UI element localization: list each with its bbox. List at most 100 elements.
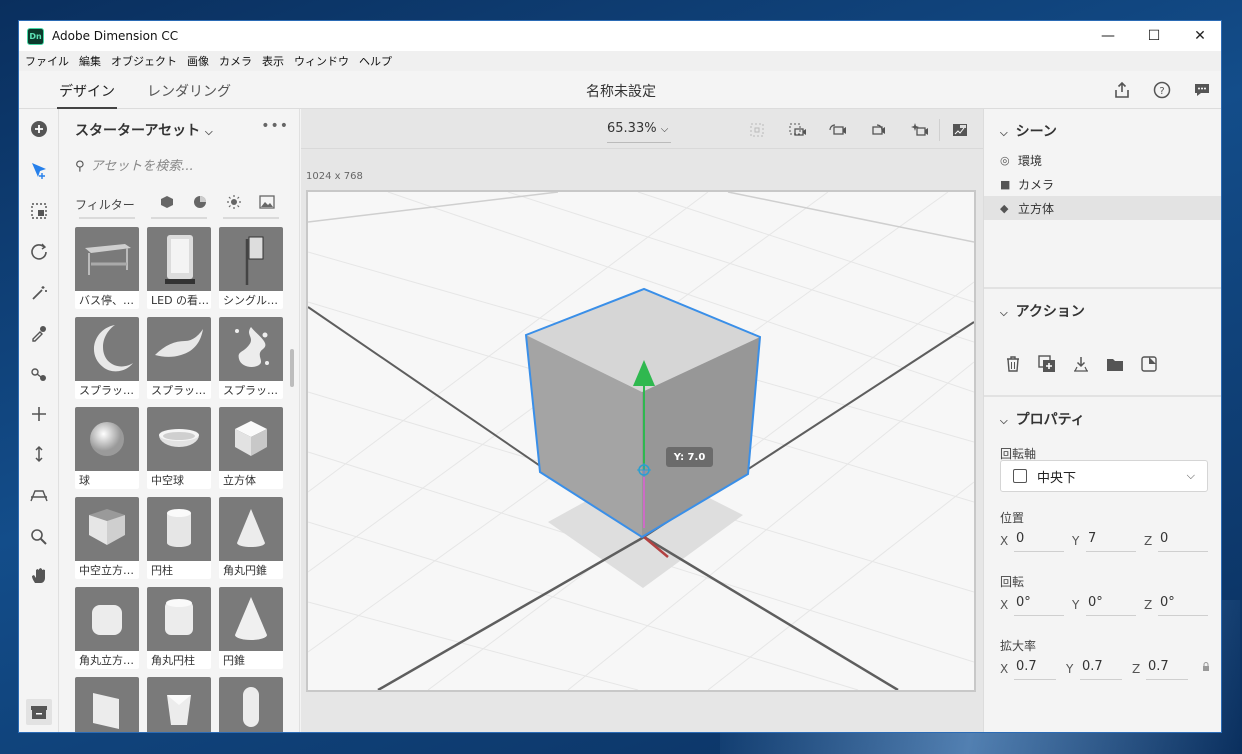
scale-z-field[interactable]: 0.7	[1146, 656, 1188, 680]
magic-wand-tool-icon[interactable]	[27, 281, 51, 305]
3d-canvas[interactable]	[306, 190, 976, 692]
chevron-down-icon: ⌵	[1000, 128, 1008, 139]
filter-material-icon[interactable]	[191, 193, 209, 211]
zoom-level[interactable]: 65.33% ⌵	[607, 121, 668, 136]
camera-effect-icon[interactable]	[909, 119, 931, 141]
group-folder-icon[interactable]	[1104, 353, 1126, 375]
properties-section-header[interactable]: ⌵ プロパティ	[1000, 409, 1085, 429]
filter-light-icon[interactable]	[225, 193, 243, 211]
fit-selection-icon[interactable]	[746, 119, 768, 141]
close-button[interactable]: ✕	[1177, 21, 1221, 51]
duplicate-icon[interactable]	[1036, 353, 1058, 375]
scale-y-field[interactable]: 0.7	[1080, 656, 1122, 680]
add-content-tool-icon[interactable]	[27, 117, 51, 141]
asset-item-splash-2[interactable]: スプラッ…	[147, 317, 211, 399]
undo-camera-icon[interactable]	[827, 119, 849, 141]
maximize-button[interactable]: ☐	[1131, 21, 1177, 51]
chevron-down-icon: ⌵	[205, 127, 213, 138]
pivot-dropdown[interactable]: 中央下 ⌵	[1000, 460, 1208, 492]
share-icon[interactable]	[1112, 80, 1132, 100]
tab-render[interactable]: レンダリング	[147, 81, 231, 101]
rotation-y-field[interactable]: 0°	[1086, 592, 1136, 616]
camera-bookmark-icon[interactable]	[787, 119, 809, 141]
tab-design[interactable]: デザイン	[59, 81, 115, 101]
asset-item-splash-1[interactable]: スプラッ…	[75, 317, 139, 399]
drop-to-ground-icon[interactable]	[1070, 353, 1092, 375]
asset-thumbnail	[75, 317, 139, 381]
asset-item-wedge[interactable]	[75, 677, 139, 732]
asset-item-single-post[interactable]: シングル…	[219, 227, 283, 309]
filter-image-icon[interactable]	[258, 193, 276, 211]
rotation-x-field[interactable]: 0°	[1014, 592, 1064, 616]
redo-camera-icon[interactable]	[868, 119, 890, 141]
asset-label: 角丸立方…	[79, 654, 134, 667]
asset-label: 球	[79, 474, 90, 487]
video-camera-icon: ■	[1000, 177, 1011, 191]
menu-file[interactable]: ファイル	[25, 53, 69, 69]
asset-item-bus-stop[interactable]: バス停、…	[75, 227, 139, 309]
feedback-icon[interactable]	[1192, 80, 1212, 100]
lock-icon[interactable]	[1202, 662, 1210, 674]
asset-item-splash-3[interactable]: スプラッ…	[219, 317, 283, 399]
assets-panel-title[interactable]: スターターアセット ⌵	[75, 120, 213, 140]
asset-item-rounded-cone[interactable]: 角丸円錐	[219, 497, 283, 579]
sampler-tool-icon[interactable]	[27, 321, 51, 345]
horizon-tool-icon[interactable]	[27, 483, 51, 507]
asset-thumbnail	[75, 407, 139, 471]
scale-x-field[interactable]: 0.7	[1014, 656, 1056, 680]
pivot-tool-icon[interactable]	[27, 363, 51, 387]
minimize-button[interactable]: —	[1085, 21, 1131, 51]
asset-item-sphere[interactable]: 球	[75, 407, 139, 489]
scene-item-cube[interactable]: ◆ 立方体	[984, 196, 1221, 220]
zoom-tool-icon[interactable]	[27, 525, 51, 549]
orbit-tool-icon[interactable]	[27, 239, 51, 263]
menu-window[interactable]: ウィンドウ	[294, 53, 349, 69]
menu-view[interactable]: 表示	[262, 53, 284, 69]
hand-tool-icon[interactable]	[27, 564, 51, 588]
pan-camera-tool-icon[interactable]	[27, 402, 51, 426]
asset-label: スプラッ…	[151, 384, 206, 397]
position-x-field[interactable]: 0	[1014, 528, 1064, 552]
more-options-icon[interactable]: •••	[261, 118, 289, 134]
position-y-field[interactable]: 7	[1086, 528, 1136, 552]
asset-item-cone[interactable]: 円錐	[219, 587, 283, 669]
scene-item-camera[interactable]: ■ カメラ	[984, 172, 1221, 196]
asset-item-prism[interactable]	[147, 677, 211, 732]
asset-item-hollow-cube[interactable]: 中空立方…	[75, 497, 139, 579]
scene-section-header[interactable]: ⌵ シーン	[1000, 121, 1057, 141]
asset-item-capsule[interactable]	[219, 677, 283, 732]
toolbar-divider	[939, 119, 940, 141]
scene-item-environment[interactable]: ◎ 環境	[984, 148, 1221, 172]
rotation-z-field[interactable]: 0°	[1158, 592, 1208, 616]
asset-item-led-sign[interactable]: LED の看…	[147, 227, 211, 309]
menu-help[interactable]: ヘルプ	[359, 53, 392, 69]
edit-contents-icon[interactable]	[1138, 353, 1160, 375]
render-preview-icon[interactable]	[949, 119, 971, 141]
menu-edit[interactable]: 編集	[79, 53, 101, 69]
asset-thumbnail	[219, 227, 283, 291]
scene-render	[308, 192, 974, 690]
menu-camera[interactable]: カメラ	[219, 53, 252, 69]
delete-icon[interactable]	[1002, 353, 1024, 375]
library-panel-icon[interactable]	[26, 699, 52, 725]
select-tool-icon[interactable]	[27, 159, 51, 183]
actions-section-header[interactable]: ⌵ アクション	[1000, 301, 1085, 321]
filter-model-icon[interactable]	[158, 193, 176, 211]
position-z-field[interactable]: 0	[1158, 528, 1208, 552]
menu-object[interactable]: オブジェクト	[111, 53, 177, 69]
help-icon[interactable]: ?	[1152, 80, 1172, 100]
dolly-tool-icon[interactable]	[27, 442, 51, 466]
selection-marquee-tool-icon[interactable]	[27, 199, 51, 223]
section-divider	[984, 395, 1221, 397]
asset-item-rounded-cube[interactable]: 角丸立方…	[75, 587, 139, 669]
axis-label-x: X	[1000, 662, 1009, 676]
asset-item-hollow-sphere[interactable]: 中空球	[147, 407, 211, 489]
asset-item-cube[interactable]: 立方体	[219, 407, 283, 489]
asset-search-field[interactable]: ⚲ アセットを検索...	[75, 155, 285, 174]
asset-item-cylinder[interactable]: 円柱	[147, 497, 211, 579]
axis-label-y: Y	[1072, 534, 1080, 548]
menu-image[interactable]: 画像	[187, 53, 209, 69]
asset-label: 円柱	[151, 564, 173, 577]
asset-item-rounded-cylinder[interactable]: 角丸円柱	[147, 587, 211, 669]
assets-scrollbar[interactable]	[290, 349, 294, 387]
